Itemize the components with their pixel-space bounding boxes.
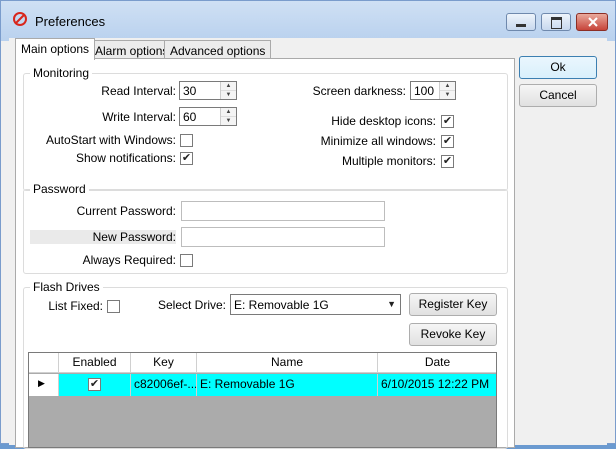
revoke-key-button[interactable]: Revoke Key bbox=[409, 323, 497, 346]
spin-up-icon[interactable]: ▲ bbox=[440, 82, 455, 91]
preferences-window: Preferences Main options Alarm options A… bbox=[0, 0, 616, 449]
row-header-corner bbox=[29, 353, 59, 373]
read-interval-value: 30 bbox=[183, 84, 197, 98]
minimize-all-label: Minimize all windows: bbox=[320, 134, 436, 148]
multiple-monitors-label: Multiple monitors: bbox=[341, 154, 436, 168]
key-cell: c82006ef-... bbox=[131, 374, 197, 396]
current-password-field[interactable] bbox=[181, 201, 385, 221]
select-drive-dropdown[interactable]: E: Removable 1G ▼ bbox=[230, 294, 401, 315]
maximize-icon bbox=[551, 17, 562, 29]
autostart-label: AutoStart with Windows: bbox=[45, 133, 176, 147]
minimize-button[interactable] bbox=[506, 13, 536, 31]
screen-darkness-value: 100 bbox=[414, 84, 435, 98]
always-required-label: Always Required: bbox=[82, 253, 176, 267]
name-cell: E: Removable 1G bbox=[197, 374, 378, 396]
select-drive-label: Select Drive: bbox=[157, 298, 226, 312]
ok-button[interactable]: Ok bbox=[519, 56, 597, 79]
hide-desktop-icons-label: Hide desktop icons: bbox=[331, 114, 436, 128]
new-password-label: New Password: bbox=[92, 230, 176, 244]
row-header[interactable]: ▶ bbox=[29, 374, 59, 396]
screen-darkness-label: Screen darkness: bbox=[312, 84, 406, 98]
tab-main-options[interactable]: Main options bbox=[15, 38, 96, 60]
show-notifications-label: Show notifications: bbox=[75, 151, 176, 165]
write-interval-spinner[interactable]: 60 ▲ ▼ bbox=[179, 107, 237, 126]
spin-down-icon[interactable]: ▼ bbox=[221, 91, 236, 99]
dialog-body: Main options Alarm options Advanced opti… bbox=[9, 38, 607, 449]
cancel-button[interactable]: Cancel bbox=[519, 84, 597, 107]
close-icon bbox=[588, 17, 598, 27]
password-title: Password bbox=[30, 182, 89, 196]
new-password-field[interactable] bbox=[181, 227, 385, 247]
column-header-date[interactable]: Date bbox=[378, 353, 496, 373]
minimize-all-checkbox[interactable]: ✔ bbox=[441, 135, 454, 148]
column-header-name[interactable]: Name bbox=[197, 353, 378, 373]
screen-darkness-arrows: ▲ ▼ bbox=[439, 82, 455, 99]
spin-up-icon[interactable]: ▲ bbox=[221, 82, 236, 91]
list-fixed-label: List Fixed: bbox=[48, 299, 103, 313]
write-interval-arrows: ▲ ▼ bbox=[220, 108, 236, 125]
multiple-monitors-checkbox[interactable]: ✔ bbox=[441, 155, 454, 168]
current-row-arrow-icon: ▶ bbox=[38, 378, 45, 388]
table-row[interactable]: ✔ c82006ef-... E: Removable 1G 6/10/2015… bbox=[59, 374, 496, 396]
close-button[interactable] bbox=[576, 13, 608, 31]
read-interval-arrows: ▲ ▼ bbox=[220, 82, 236, 99]
current-password-label: Current Password: bbox=[76, 204, 176, 218]
screen-darkness-spinner[interactable]: 100 ▲ ▼ bbox=[410, 81, 456, 100]
write-interval-value: 60 bbox=[183, 110, 197, 124]
date-cell: 6/10/2015 12:22 PM bbox=[381, 377, 490, 391]
autostart-checkbox[interactable] bbox=[180, 134, 193, 147]
enabled-cell: ✔ bbox=[59, 374, 131, 396]
flash-drives-title: Flash Drives bbox=[30, 280, 103, 294]
spin-up-icon[interactable]: ▲ bbox=[221, 108, 236, 117]
write-interval-label: Write Interval: bbox=[102, 110, 176, 124]
monitoring-title: Monitoring bbox=[30, 66, 93, 80]
flash-keys-grid[interactable]: Enabled Key Name Date ▶ ✔ c82006ef-... E… bbox=[28, 352, 497, 448]
show-notifications-checkbox[interactable]: ✔ bbox=[180, 152, 193, 165]
register-key-button[interactable]: Register Key bbox=[409, 293, 497, 316]
hide-desktop-icons-checkbox[interactable]: ✔ bbox=[441, 115, 454, 128]
tab-alarm-options[interactable]: Alarm options bbox=[89, 40, 175, 60]
read-interval-spinner[interactable]: 30 ▲ ▼ bbox=[179, 81, 237, 100]
no-entry-icon bbox=[13, 12, 27, 26]
minimize-icon bbox=[516, 24, 526, 27]
row-enabled-checkbox[interactable]: ✔ bbox=[88, 378, 101, 391]
window-title: Preferences bbox=[35, 14, 106, 29]
chevron-down-icon: ▼ bbox=[387, 299, 396, 309]
select-drive-value: E: Removable 1G bbox=[234, 298, 329, 312]
column-header-enabled[interactable]: Enabled bbox=[59, 353, 131, 373]
column-header-key[interactable]: Key bbox=[131, 353, 197, 373]
spin-down-icon[interactable]: ▼ bbox=[440, 91, 455, 99]
title-bar[interactable]: Preferences bbox=[1, 1, 615, 41]
always-required-checkbox[interactable] bbox=[180, 254, 193, 267]
spin-down-icon[interactable]: ▼ bbox=[221, 117, 236, 125]
read-interval-label: Read Interval: bbox=[101, 84, 176, 98]
maximize-button[interactable] bbox=[541, 13, 571, 31]
tab-advanced-options[interactable]: Advanced options bbox=[164, 40, 272, 60]
list-fixed-checkbox[interactable] bbox=[107, 300, 120, 313]
